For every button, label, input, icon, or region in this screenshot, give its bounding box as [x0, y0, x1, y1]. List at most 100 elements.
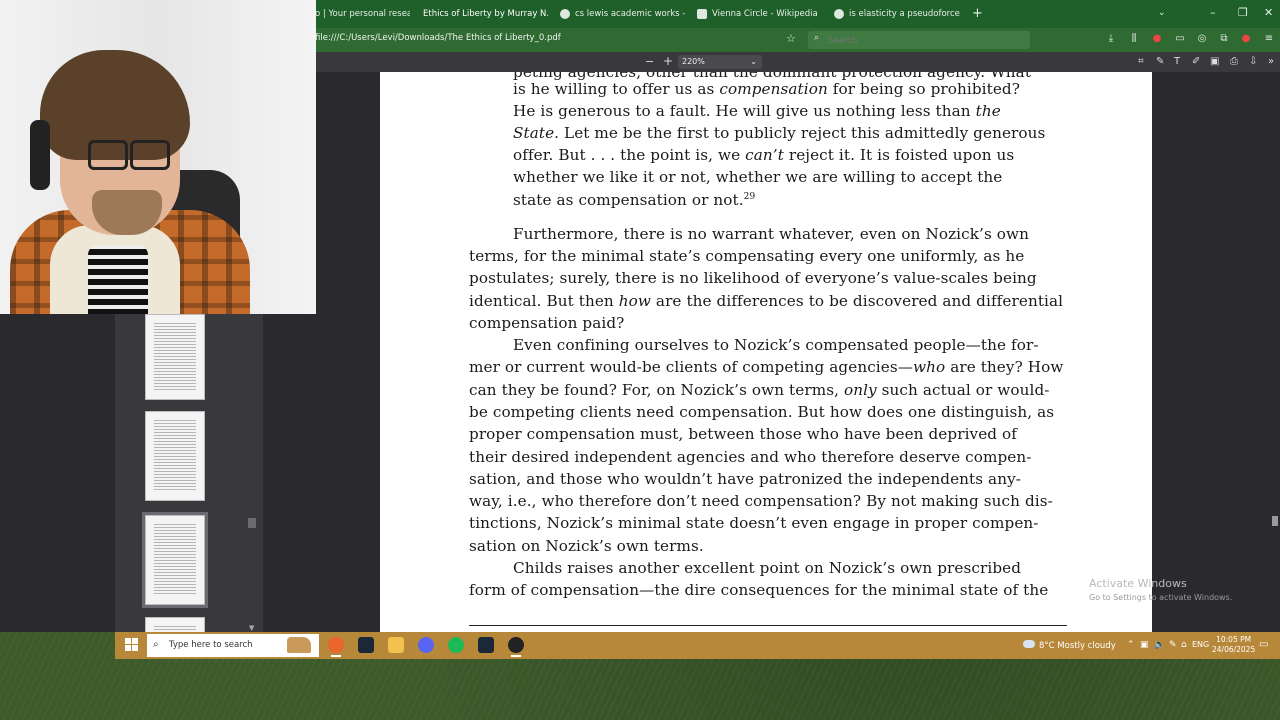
- tab-title: Vienna Circle - Wikipedia: [712, 9, 818, 19]
- pen-tray-icon[interactable]: ✎: [1169, 640, 1177, 650]
- steam-icon[interactable]: [358, 637, 374, 653]
- page-thumbnail[interactable]: [145, 411, 205, 501]
- taskbar-search-placeholder: Type here to search: [169, 640, 253, 650]
- new-tab-button[interactable]: +: [972, 6, 983, 21]
- library-icon[interactable]: ⫼: [1128, 33, 1140, 45]
- discord-icon[interactable]: [418, 637, 434, 653]
- tab-title: cs lewis academic works - Goo: [575, 9, 685, 19]
- page-line: identical. But then how are the differen…: [469, 292, 1064, 310]
- page-line: terms, for the minimal state’s compensat…: [469, 247, 1025, 265]
- page-line: mer or current would-be clients of compe…: [469, 358, 1064, 376]
- scroll-down-icon[interactable]: ▼: [249, 624, 254, 632]
- page-line: postulates; surely, there is no likeliho…: [469, 269, 1037, 287]
- page-line: State. Let me be the first to publicly r…: [513, 124, 1046, 142]
- weather-widget[interactable]: 8°C Mostly cloudy: [1023, 640, 1116, 651]
- page-line: state as compensation or not.29: [513, 191, 756, 209]
- cloud-icon: [1023, 640, 1035, 648]
- glasses: [88, 140, 178, 170]
- taskbar-search[interactable]: ⌕ Type here to search: [147, 634, 319, 657]
- page-line: is he willing to offer us as compensatio…: [513, 80, 1020, 98]
- zoom-in-button[interactable]: +: [663, 54, 673, 68]
- minimize-icon[interactable]: –: [1210, 6, 1216, 19]
- search-highlight-icon: [287, 637, 311, 653]
- activate-windows-subtitle: Go to Settings to activate Windows.: [1089, 593, 1233, 602]
- search-icon: ⌕: [153, 639, 159, 650]
- zoom-select[interactable]: 220% ⌄: [678, 55, 762, 69]
- tab-ethics-of-liberty[interactable]: Ethics of Liberty by Murray N. Rothb✕: [423, 4, 548, 24]
- page-line: form of compensation—the dire consequenc…: [469, 581, 1049, 599]
- highlight-icon[interactable]: ⌗: [1138, 56, 1144, 67]
- spotify-icon[interactable]: [448, 637, 464, 653]
- viewer-scrollbar[interactable]: [1272, 516, 1278, 526]
- page-line: their desired independent agencies and w…: [469, 448, 1032, 466]
- maximize-icon[interactable]: ❐: [1238, 6, 1248, 19]
- page-line: Furthermore, there is no warrant whateve…: [513, 225, 1030, 243]
- volume-icon[interactable]: 🔈: [1154, 640, 1165, 650]
- obs-icon[interactable]: [508, 637, 524, 657]
- page-line: can they be found? For, on Nozick’s own …: [469, 381, 1050, 399]
- tab-title: Ethics of Liberty by Murray N. Rothb: [423, 9, 548, 19]
- page-line: be competing clients need compensation. …: [469, 403, 1055, 421]
- time: 10:05 PM: [1216, 635, 1252, 644]
- notifications-icon[interactable]: ▭: [1259, 639, 1268, 650]
- language-indicator[interactable]: ENG: [1192, 640, 1209, 649]
- network-icon[interactable]: ⌂: [1181, 640, 1187, 650]
- tray-app-icon[interactable]: ▣: [1140, 640, 1149, 650]
- page-line: sation on Nozick’s own terms.: [469, 537, 704, 555]
- print-icon[interactable]: ⎙: [1230, 56, 1238, 67]
- date: 24/06/2025: [1212, 645, 1256, 654]
- pdf-page: peting agencies, other than the dominant…: [380, 72, 1152, 632]
- page-line: Even confining ourselves to Nozick’s com…: [513, 336, 1039, 354]
- zoom-out-button[interactable]: −: [645, 55, 654, 68]
- downloads-icon[interactable]: ⤓: [1105, 33, 1117, 45]
- sidebar-scrollbar[interactable]: [248, 518, 256, 528]
- page-line: offer. But . . . the point is, we can’t …: [513, 146, 1015, 164]
- page-thumbnail[interactable]: [145, 314, 205, 400]
- windows-start-icon[interactable]: [125, 638, 139, 652]
- tab-research[interactable]: o | Your personal research✕: [315, 4, 410, 24]
- more-tools-icon[interactable]: »: [1268, 56, 1274, 67]
- page-line: proper compensation must, between those …: [469, 425, 1018, 443]
- url-bar[interactable]: file:///C:/Users/Levi/Downloads/The Ethi…: [315, 33, 561, 43]
- page-line: tinctions, Nozick’s minimal state doesn’…: [469, 514, 1039, 532]
- page-line: way, i.e., who therefore don’t need comp…: [469, 492, 1053, 510]
- search-input[interactable]: [826, 33, 1026, 49]
- bookmark-star-icon[interactable]: ☆: [786, 32, 796, 45]
- tab-title: o | Your personal research: [315, 9, 410, 19]
- zoom-value: 220%: [682, 57, 705, 66]
- addon-icon[interactable]: ●: [1240, 33, 1252, 45]
- webcam-overlay: [0, 0, 316, 314]
- tray-overflow-icon[interactable]: ⌃: [1127, 640, 1135, 650]
- close-window-icon[interactable]: ✕: [1264, 6, 1273, 19]
- image-icon[interactable]: ▣: [1210, 56, 1219, 67]
- wikipedia-icon: [697, 9, 707, 19]
- save-icon[interactable]: ⇩: [1249, 56, 1257, 67]
- tab-title: is elasticity a pseudoforce - Goo: [849, 9, 960, 19]
- search-icon: ⌕: [814, 33, 820, 43]
- extensions-icon[interactable]: ⧉: [1218, 33, 1230, 45]
- firefox-icon[interactable]: [328, 637, 344, 657]
- headset: [30, 120, 50, 190]
- footnote-divider: [469, 625, 1067, 626]
- google-icon: [834, 9, 844, 19]
- file-explorer-icon[interactable]: [388, 637, 404, 653]
- menu-icon[interactable]: ≡: [1263, 33, 1275, 45]
- tab-cs-lewis[interactable]: cs lewis academic works - Goo✕: [560, 4, 685, 24]
- extension-shield-icon[interactable]: ●: [1151, 33, 1163, 45]
- tab-vienna-circle[interactable]: Vienna Circle - Wikipedia✕: [697, 4, 824, 24]
- sidebar-icon[interactable]: ▭: [1174, 33, 1186, 45]
- pen-icon[interactable]: ✎: [1156, 56, 1164, 67]
- google-icon: [560, 9, 570, 19]
- draw-icon[interactable]: ✐: [1192, 56, 1200, 67]
- text-icon[interactable]: T: [1174, 56, 1180, 67]
- page-line: Childs raises another excellent point on…: [513, 559, 1022, 577]
- clock[interactable]: 10:05 PM 24/06/2025: [1212, 635, 1255, 655]
- search-box[interactable]: ⌕: [808, 31, 1030, 49]
- tab-elasticity[interactable]: is elasticity a pseudoforce - Goo✕: [834, 4, 960, 24]
- page-thumbnail-selected[interactable]: [142, 512, 208, 608]
- tab-list-chevron-icon[interactable]: ⌄: [1158, 8, 1166, 18]
- steam-app-icon[interactable]: [478, 637, 494, 653]
- account-icon[interactable]: ◎: [1196, 33, 1208, 45]
- page-line: whether we like it or not, whether we ar…: [513, 168, 1003, 186]
- footnote-ref[interactable]: 29: [744, 192, 756, 202]
